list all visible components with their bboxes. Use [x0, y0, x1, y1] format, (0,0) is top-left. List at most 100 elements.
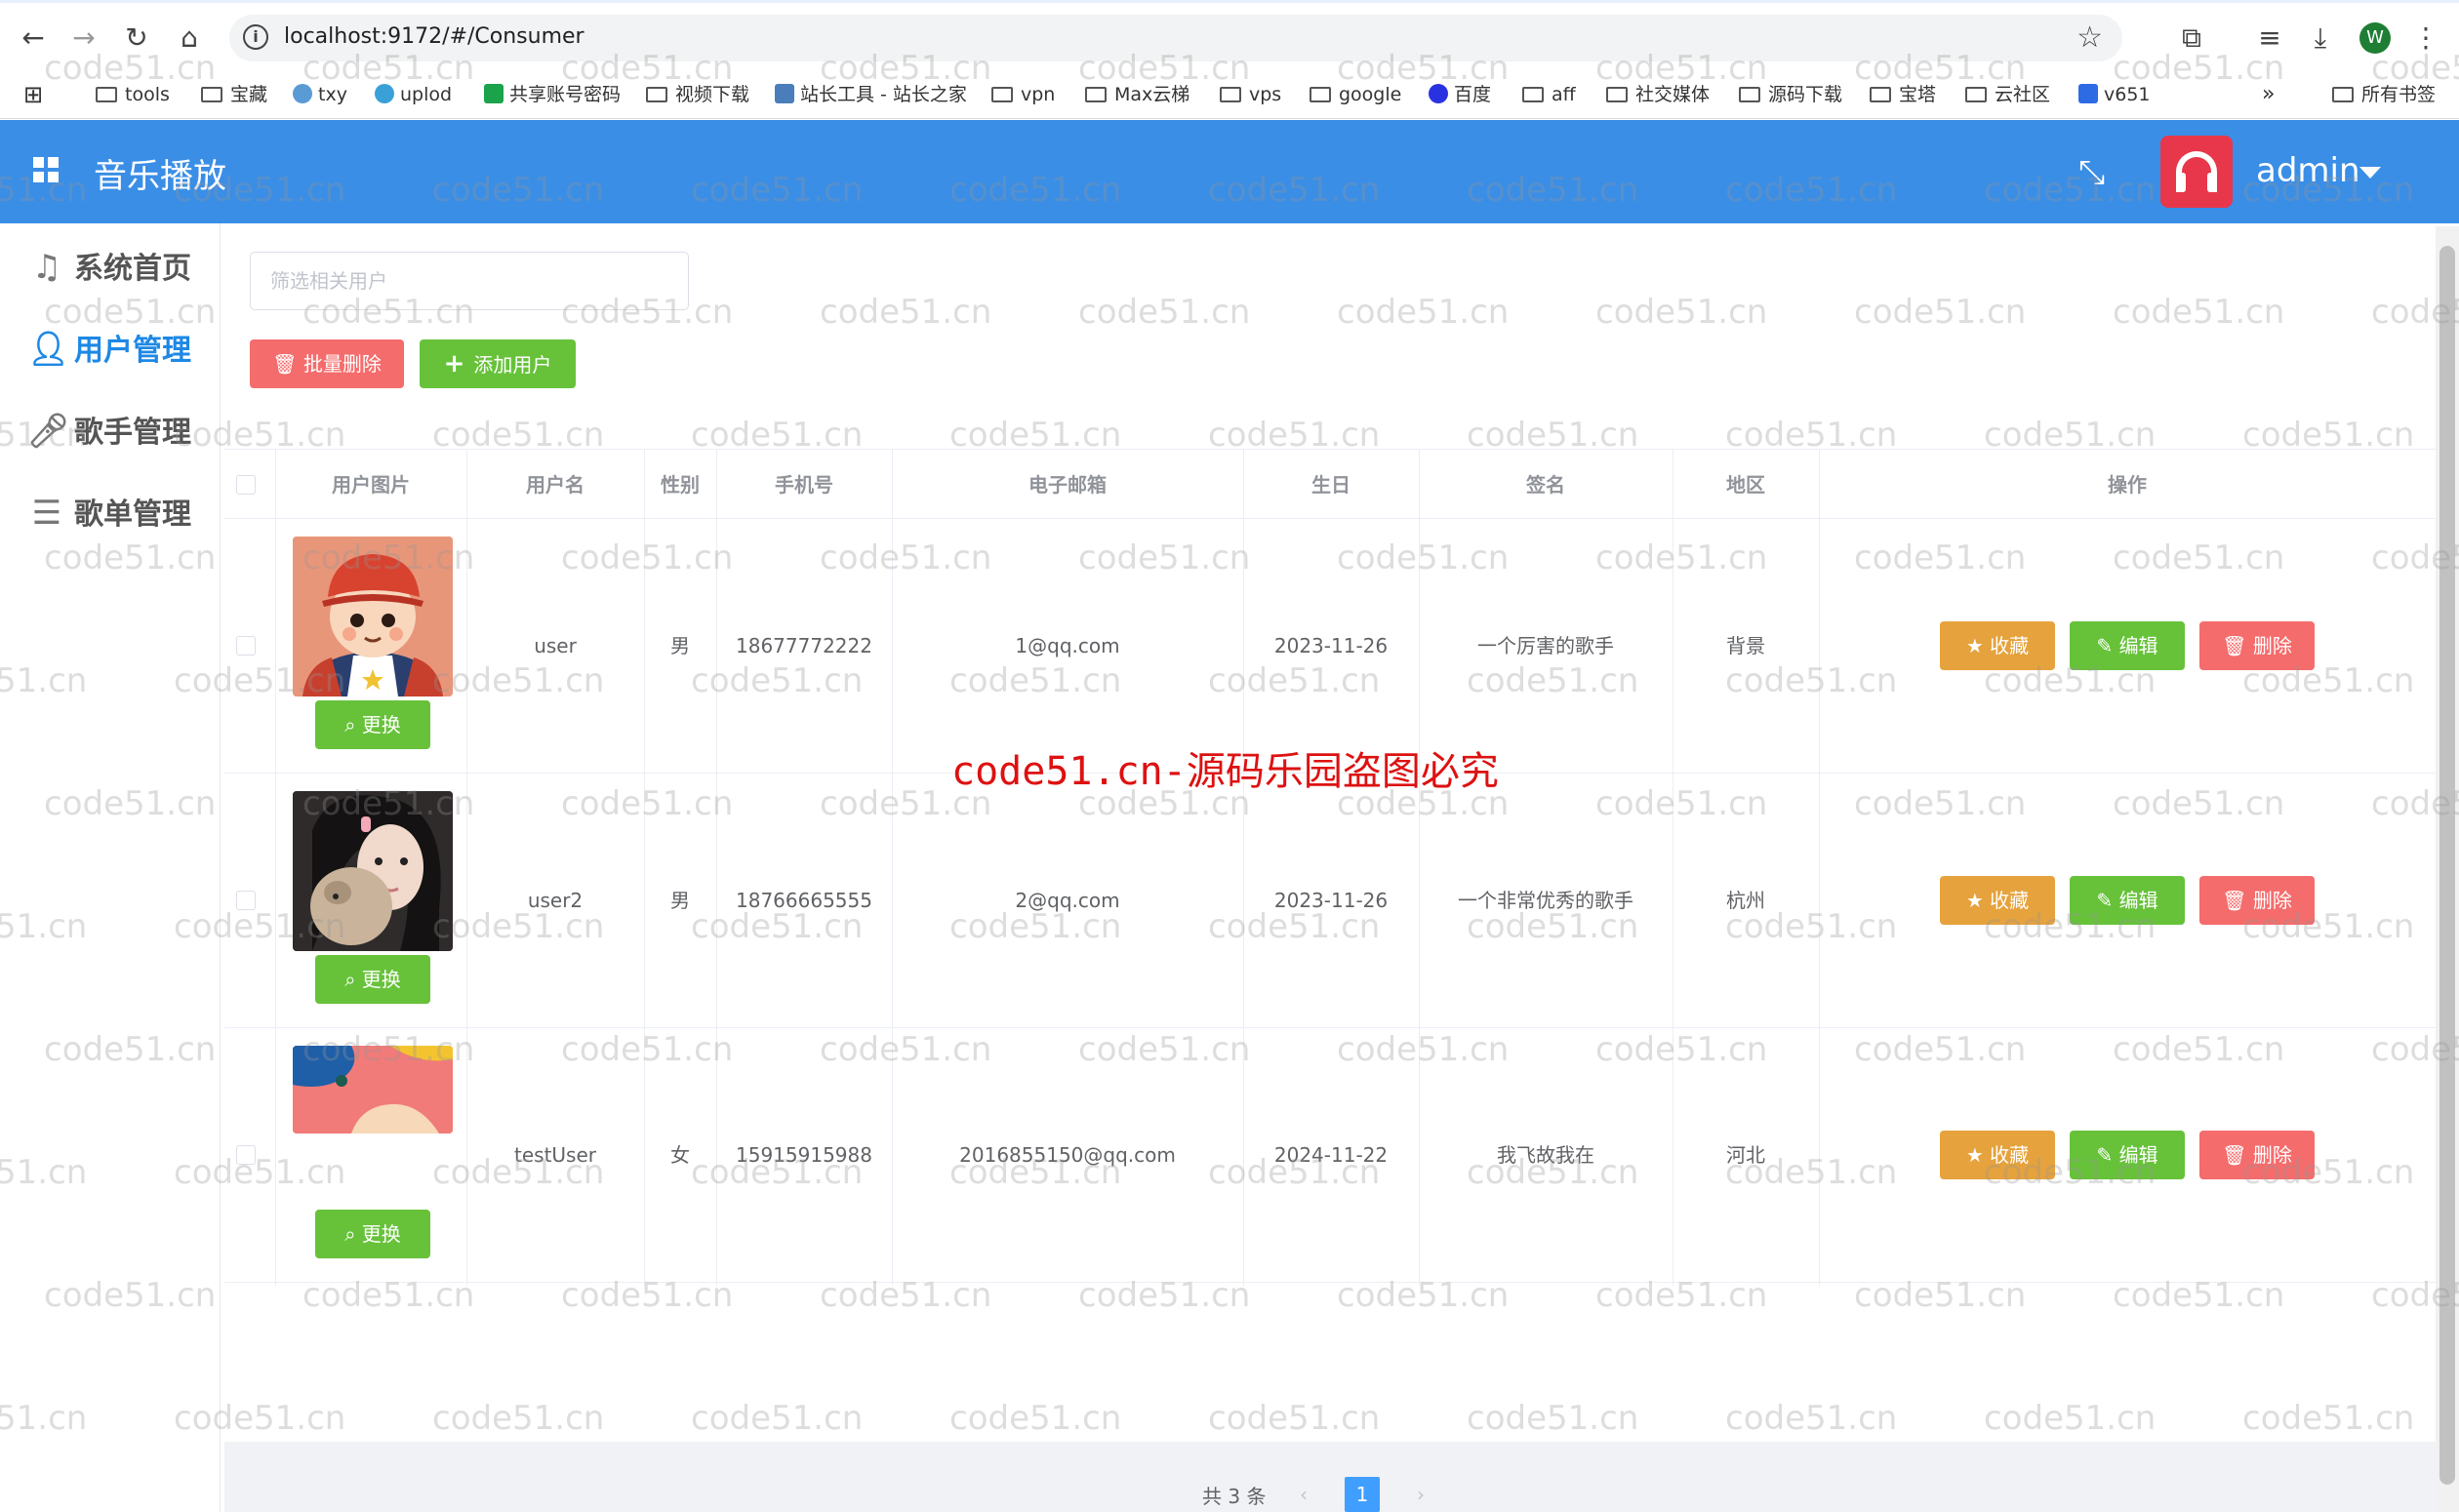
- user-avatar-image: [293, 791, 453, 951]
- cell-signature: 一个非常优秀的歌手: [1458, 889, 1633, 912]
- site-info-icon[interactable]: i: [243, 24, 268, 50]
- bookmarks-bar: ⊞ tools 宝藏 txy uplod 共享账号密码 视频下载 站长工具 - …: [0, 70, 2459, 119]
- folder-icon: [201, 87, 222, 102]
- sidebar-item-singers[interactable]: 🎤︎ 歌手管理: [27, 407, 191, 456]
- change-image-button[interactable]: ⌕ 更换: [315, 1210, 430, 1258]
- delete-button[interactable]: 🗑︎ 删除: [2199, 621, 2315, 670]
- search-input[interactable]: [250, 252, 689, 310]
- bookmark-item[interactable]: 宝塔: [1870, 80, 1936, 109]
- bookmark-item[interactable]: aff: [1522, 80, 1576, 109]
- folder-icon: [1522, 87, 1544, 102]
- download-icon[interactable]: ⤓: [2301, 19, 2340, 58]
- cell-gender: 男: [670, 889, 690, 912]
- edit-button[interactable]: ✎ 编辑: [2070, 621, 2185, 670]
- baidu-paw-icon: [1429, 84, 1448, 103]
- select-all-checkbox[interactable]: [236, 475, 256, 495]
- menu-kebab-icon[interactable]: ⋮: [2406, 19, 2445, 58]
- center-watermark: code51.cn-源码乐园盗图必究: [951, 749, 1499, 794]
- bookmark-item[interactable]: tools: [96, 80, 170, 109]
- forward-icon[interactable]: →: [64, 19, 103, 58]
- sidebar-item-home[interactable]: ♫ 系统首页: [27, 243, 191, 292]
- column-header: 签名: [1526, 473, 1565, 497]
- reload-icon[interactable]: ↻: [117, 19, 156, 58]
- username[interactable]: admin: [2256, 151, 2360, 190]
- plus-icon: +: [443, 349, 474, 378]
- batch-delete-button[interactable]: 🗑︎ 批量删除: [250, 339, 404, 388]
- add-user-button[interactable]: + 添加用户: [420, 339, 576, 388]
- bookmark-item[interactable]: txy: [293, 80, 347, 109]
- headphones-avatar[interactable]: [2160, 136, 2233, 208]
- bookmark-item[interactable]: 云社区: [1965, 80, 2050, 109]
- bookmark-item[interactable]: google: [1310, 80, 1401, 109]
- folder-icon: [2332, 87, 2354, 102]
- bookmark-item[interactable]: 百度: [1429, 80, 1491, 109]
- favorite-button[interactable]: ★ 收藏: [1940, 876, 2055, 925]
- bookmark-item[interactable]: Max云梯: [1085, 80, 1189, 109]
- sidebar-item-playlists[interactable]: ☰ 歌单管理: [27, 489, 191, 537]
- edit-button[interactable]: ✎ 编辑: [2070, 1131, 2185, 1179]
- column-header: 性别: [661, 473, 700, 497]
- bookmark-item[interactable]: vps: [1220, 80, 1281, 109]
- extensions-icon[interactable]: ⧉: [2172, 19, 2211, 58]
- delete-button[interactable]: 🗑︎ 删除: [2199, 1131, 2315, 1179]
- folder-icon: [646, 87, 667, 102]
- watermark-text: code51.cn: [1595, 293, 1768, 332]
- folder-icon: [1220, 87, 1241, 102]
- cell-phone: 15915915988: [736, 1143, 872, 1167]
- folder-icon: [1085, 87, 1107, 102]
- reading-list-icon[interactable]: ≡: [2250, 19, 2289, 58]
- change-image-button[interactable]: ⌕ 更换: [315, 955, 430, 1004]
- bookmark-star-icon[interactable]: ☆: [2076, 20, 2103, 55]
- menu-grid-icon[interactable]: [33, 157, 59, 182]
- change-image-button[interactable]: ⌕ 更换: [315, 700, 430, 749]
- home-icon[interactable]: ⌂: [170, 19, 209, 58]
- scrollbar[interactable]: [2436, 226, 2459, 1512]
- watermark-text: code51.cn: [2113, 293, 2285, 332]
- bookmark-item[interactable]: uplod: [375, 80, 452, 109]
- bookmark-item[interactable]: 站长工具 - 站长之家: [775, 80, 967, 109]
- back-icon[interactable]: ←: [14, 19, 53, 58]
- row-checkbox[interactable]: [236, 891, 256, 910]
- cell-phone: 18677772222: [736, 634, 872, 657]
- page-number-button[interactable]: 1: [1345, 1477, 1380, 1512]
- favorite-button[interactable]: ★ 收藏: [1940, 621, 2055, 670]
- search-icon: ⌕: [344, 1222, 362, 1246]
- favorite-button[interactable]: ★ 收藏: [1940, 1131, 2055, 1179]
- user-avatar-image: [293, 1046, 453, 1134]
- cell-birthday: 2024-11-22: [1273, 1143, 1389, 1167]
- edit-button[interactable]: ✎ 编辑: [2070, 876, 2185, 925]
- bookmark-item[interactable]: 共享账号密码: [484, 80, 621, 109]
- prev-page-button[interactable]: ‹: [1286, 1477, 1321, 1512]
- cell-username: user: [534, 634, 577, 657]
- scrollbar-thumb[interactable]: [2439, 246, 2455, 1485]
- star-icon: ★: [1965, 889, 1991, 912]
- playlist-icon: ☰: [31, 494, 62, 533]
- watermark-text: code51.cn: [2242, 1399, 2415, 1438]
- more-bookmarks-icon[interactable]: »: [2262, 80, 2275, 109]
- microphone-icon: 🎤︎: [27, 412, 70, 451]
- fullscreen-icon[interactable]: ⤡: [2078, 153, 2105, 192]
- v-logo-icon: [2078, 84, 2098, 103]
- bookmark-item[interactable]: 源码下载: [1739, 80, 1842, 109]
- cell-gender: 男: [670, 634, 690, 657]
- bookmark-item[interactable]: v651: [2078, 80, 2151, 109]
- address-bar[interactable]: i localhost:9172/#/Consumer ☆: [229, 15, 2122, 61]
- chart-icon: [775, 84, 794, 103]
- delete-button[interactable]: 🗑︎ 删除: [2199, 876, 2315, 925]
- sidebar-item-users[interactable]: 👤︎ 用户管理: [27, 325, 191, 374]
- profile-avatar[interactable]: W: [2359, 22, 2391, 54]
- bookmark-item[interactable]: vpn: [991, 80, 1055, 109]
- bookmark-item[interactable]: 视频下载: [646, 80, 749, 109]
- apps-grid-icon[interactable]: ⊞: [23, 80, 43, 109]
- row-checkbox[interactable]: [236, 636, 256, 656]
- caret-down-icon[interactable]: [2359, 167, 2381, 179]
- watermark-text: code51.cn: [820, 293, 992, 332]
- bookmark-item[interactable]: 宝藏: [201, 80, 267, 109]
- watermark-text: code51.cn: [691, 1399, 864, 1438]
- next-page-button[interactable]: ›: [1403, 1477, 1438, 1512]
- row-checkbox[interactable]: [236, 1145, 256, 1165]
- cell-signature: 我飞故我在: [1497, 1143, 1594, 1167]
- watermark-text: code51.cn: [1467, 1399, 1639, 1438]
- all-bookmarks[interactable]: 所有书签: [2332, 80, 2436, 109]
- bookmark-item[interactable]: 社交媒体: [1606, 80, 1710, 109]
